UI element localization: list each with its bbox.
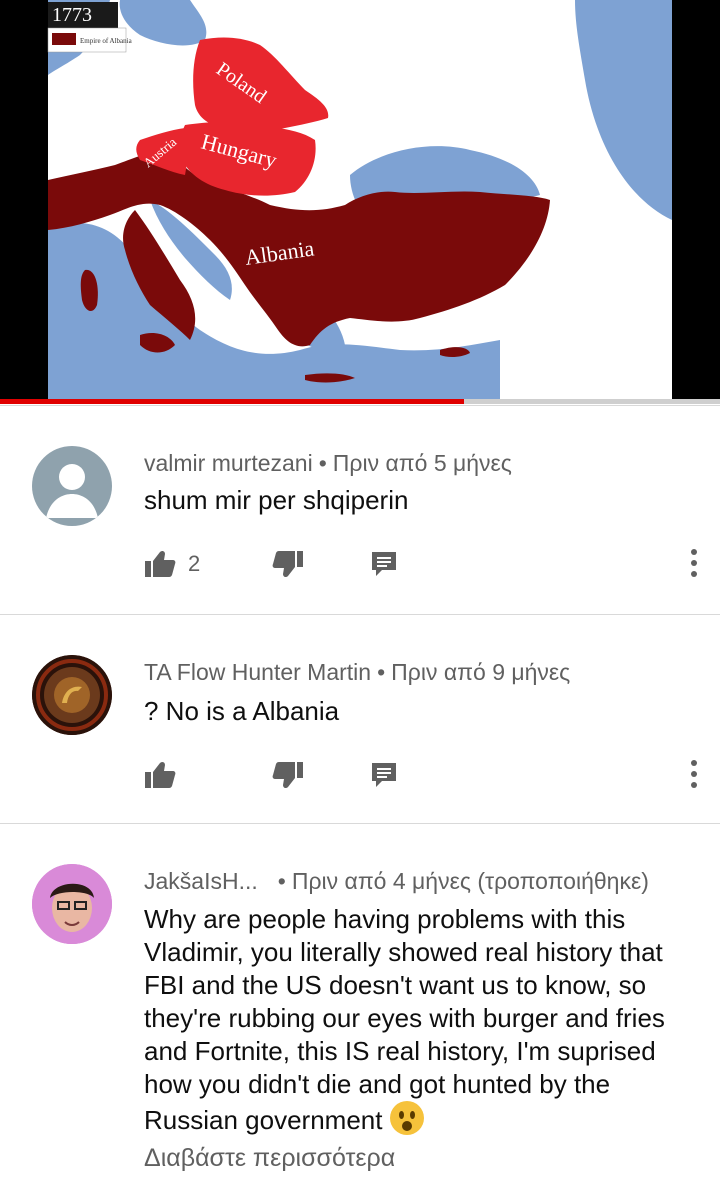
comment-author[interactable]: JakšaIsH...	[144, 868, 258, 894]
legend-label: Empire of Albania	[80, 37, 133, 45]
comment-author[interactable]: valmir murtezani	[144, 450, 313, 476]
avatar[interactable]	[32, 446, 112, 526]
comment-time: Πριν από 5 μήνες	[332, 450, 512, 476]
read-more-link[interactable]: Διαβάστε περισσότερα	[144, 1144, 395, 1173]
thumbs-up-icon	[145, 550, 176, 577]
avatar[interactable]	[32, 655, 112, 735]
comment-time: Πριν από 9 μήνες	[391, 659, 571, 685]
year-label: 1773	[52, 4, 92, 26]
thumbs-up-icon	[145, 761, 176, 788]
divider	[0, 823, 720, 824]
dislike-button[interactable]	[272, 755, 304, 795]
reply-button[interactable]	[370, 755, 398, 795]
comment-actions: 2	[144, 544, 704, 584]
comment-meta: TA Flow Hunter Martin • Πριν από 9 μήνες	[144, 659, 571, 685]
video-progress-fill	[0, 399, 465, 404]
avatar[interactable]	[32, 864, 112, 944]
more-options-icon[interactable]	[684, 544, 704, 584]
like-button[interactable]: 2	[144, 544, 200, 584]
reply-button[interactable]	[370, 544, 398, 584]
emblem-avatar-icon	[32, 655, 112, 735]
comment-meta: valmir murtezani • Πριν από 5 μήνες	[144, 450, 512, 476]
like-count: 2	[188, 551, 201, 576]
face-avatar-icon	[32, 864, 112, 944]
divider	[0, 614, 720, 615]
more-options-icon[interactable]	[684, 755, 704, 795]
comment-text: ? No is a Albania	[144, 696, 340, 726]
surprised-face-icon	[389, 1101, 424, 1135]
map-frame: Poland Hungary Austria Albania 1773 Empi…	[0, 0, 720, 400]
default-avatar-icon	[46, 464, 98, 518]
reply-icon	[372, 763, 396, 787]
comment-meta: JakšaIsH... • Πριν από 4 μήνες (τροποποιήθ…	[144, 868, 649, 894]
video-progress-bar[interactable]	[0, 399, 720, 404]
like-button[interactable]	[144, 755, 188, 795]
legend-swatch	[52, 33, 76, 45]
comment-time: Πριν από 4 μήνες (τροποποιήθηκε)	[291, 868, 649, 894]
video-player[interactable]: Poland Hungary Austria Albania 1773 Empi…	[0, 0, 720, 404]
comment-text: shum mir per shqiperin	[144, 485, 409, 515]
comment-text: Why are people having problems with this…	[144, 903, 694, 1137]
dislike-button[interactable]	[272, 544, 304, 584]
reply-icon	[372, 552, 396, 576]
comment-actions	[144, 755, 704, 795]
divider	[0, 405, 720, 406]
comment-author[interactable]: TA Flow Hunter Martin	[144, 659, 371, 685]
thumbs-down-icon	[272, 762, 303, 789]
thumbs-down-icon	[272, 551, 303, 578]
